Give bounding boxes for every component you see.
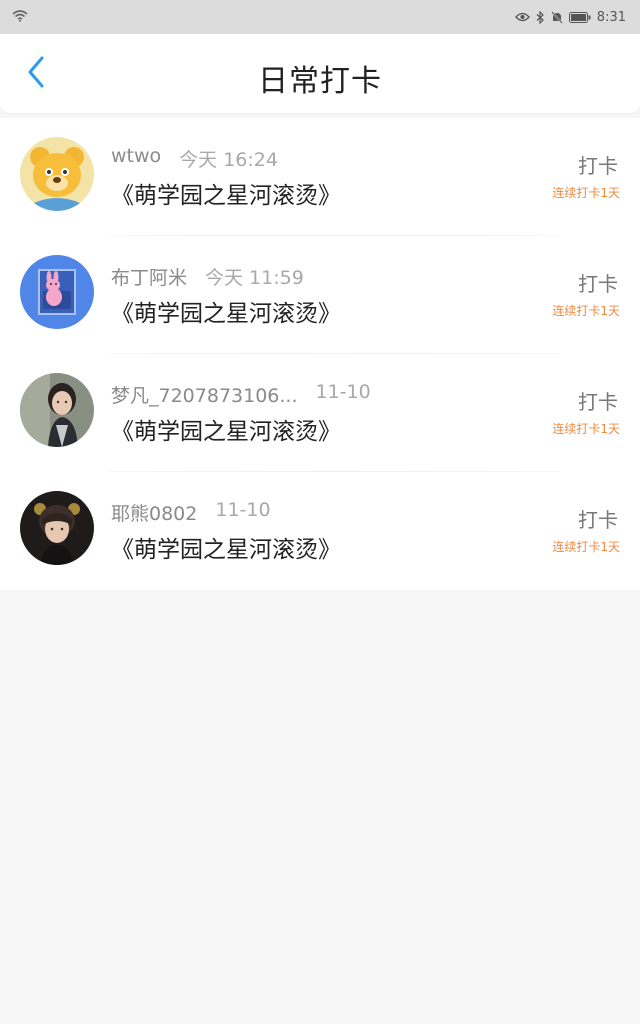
status-icons: 8:31 (514, 9, 626, 25)
wifi-icon (12, 9, 28, 26)
streak-badge: 连续打卡1天 (552, 540, 620, 554)
username: 耶熊0802 (111, 503, 198, 525)
list-item[interactable]: 耶熊0802 11-10 《萌学园之星河滚烫》 打卡 连续打卡1天 (0, 472, 640, 590)
streak-badge: 连续打卡1天 (552, 186, 620, 200)
streak-badge: 连续打卡1天 (552, 422, 620, 436)
bear-avatar[interactable] (20, 137, 94, 211)
checkin-label: 打卡 (578, 154, 618, 178)
girl-avatar[interactable] (20, 373, 94, 447)
username: wtwo (111, 145, 162, 167)
username: 梦凡_7207873106... (111, 385, 298, 407)
checkin-label: 打卡 (578, 508, 618, 532)
status-time: 8:31 (596, 9, 626, 25)
bunny-avatar[interactable] (20, 255, 94, 329)
page-title: 日常打卡 (258, 64, 382, 99)
list-item[interactable]: 梦凡_7207873106... 11-10 《萌学园之星河滚烫》 打卡 连续打… (0, 354, 640, 472)
username: 布丁阿米 (111, 267, 188, 289)
timestamp: 11-10 (315, 381, 371, 403)
book-title: 《萌学园之星河滚烫》 (111, 301, 341, 327)
checkin-list: wtwo 今天 16:24 《萌学园之星河滚烫》 打卡 连续打卡1天 布丁阿米 … (0, 118, 640, 590)
battery-icon (568, 11, 591, 23)
book-title: 《萌学园之星河滚烫》 (111, 537, 341, 563)
timestamp: 今天 16:24 (179, 149, 278, 171)
nav-bar: 日常打卡 (0, 34, 640, 114)
timestamp: 11-10 (215, 499, 271, 521)
checkin-label: 打卡 (578, 390, 618, 414)
status-bar: 8:31 (0, 0, 640, 34)
boy-avatar[interactable] (20, 491, 94, 565)
timestamp: 今天 11:59 (205, 267, 304, 289)
checkin-label: 打卡 (578, 272, 618, 296)
book-title: 《萌学园之星河滚烫》 (111, 419, 341, 445)
book-title: 《萌学园之星河滚烫》 (111, 183, 341, 209)
bluetooth-icon (536, 10, 545, 24)
mute-bell-icon (551, 10, 563, 24)
eye-icon (514, 12, 530, 22)
list-item[interactable]: 布丁阿米 今天 11:59 《萌学园之星河滚烫》 打卡 连续打卡1天 (0, 236, 640, 354)
streak-badge: 连续打卡1天 (552, 304, 620, 318)
list-item[interactable]: wtwo 今天 16:24 《萌学园之星河滚烫》 打卡 连续打卡1天 (0, 118, 640, 236)
